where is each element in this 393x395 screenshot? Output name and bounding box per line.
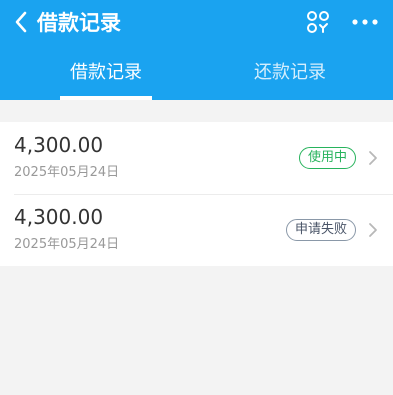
record-row[interactable]: 4,300.00 2025年05月24日 使用中: [0, 122, 393, 194]
chevron-right-icon: [369, 223, 377, 237]
back-button[interactable]: [8, 8, 34, 36]
scan-code-icon: [307, 11, 329, 33]
active-tab-indicator: [60, 96, 152, 100]
record-date: 2025年05月24日: [14, 237, 120, 252]
record-amount: 4,300.00: [14, 133, 104, 157]
record-list: 4,300.00 2025年05月24日 使用中 4,300.00 2025年0…: [0, 122, 393, 266]
page-title: 借款记录: [37, 11, 121, 35]
status-badge: 使用中: [298, 147, 356, 169]
more-dots-icon: [352, 19, 378, 25]
record-row[interactable]: 4,300.00 2025年05月24日 申请失败: [0, 194, 393, 266]
chevron-left-icon: [15, 11, 27, 33]
tab-repayment-records[interactable]: 还款记录: [240, 56, 340, 90]
chevron-right-icon: [369, 151, 377, 165]
header-bar: 借款记录 借款记录 还款记录: [0, 0, 393, 100]
more-button[interactable]: [352, 10, 378, 34]
scan-button[interactable]: [306, 10, 330, 34]
record-amount: 4,300.00: [14, 205, 104, 229]
tab-loan-records[interactable]: 借款记录: [60, 56, 152, 90]
status-badge: 申请失败: [285, 219, 356, 241]
record-date: 2025年05月24日: [14, 165, 120, 180]
